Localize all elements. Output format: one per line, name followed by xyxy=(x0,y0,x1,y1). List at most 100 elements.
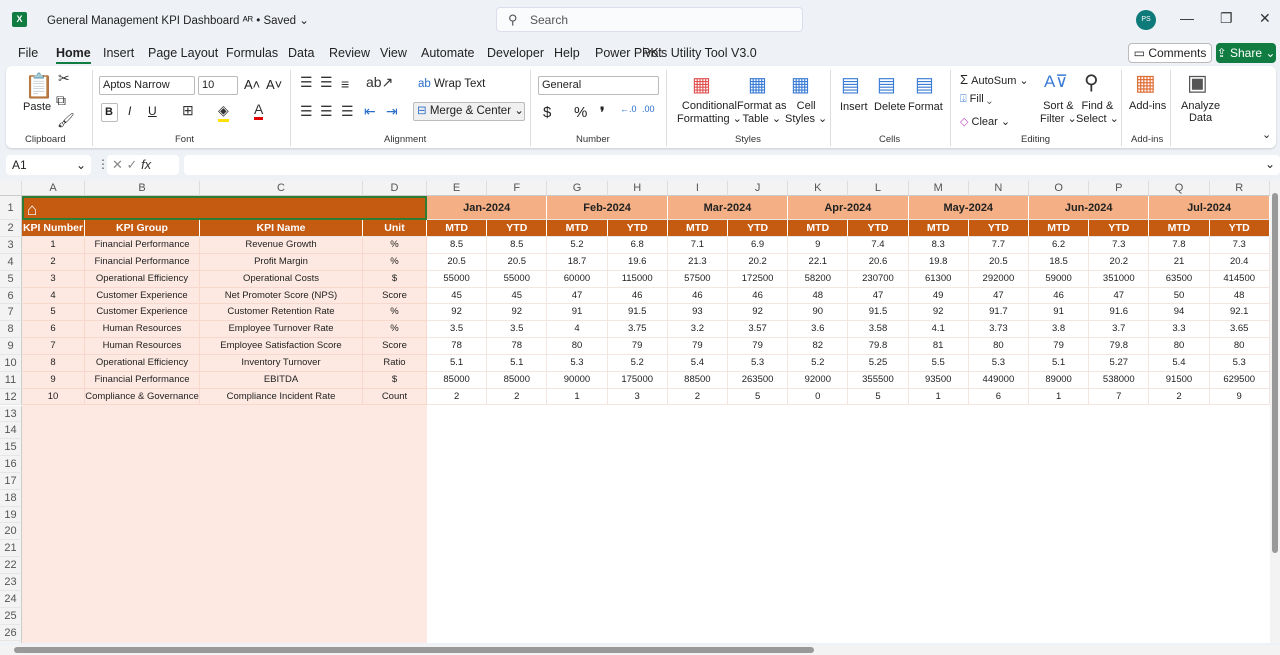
row-header-27[interactable]: 27 xyxy=(0,641,22,643)
table-cell[interactable]: 61300 xyxy=(908,270,969,288)
table-cell[interactable]: 82 xyxy=(788,338,849,355)
row-header-6[interactable]: 6 xyxy=(0,287,22,305)
table-cell[interactable]: 355500 xyxy=(848,371,909,389)
fill-color-icon[interactable]: ◈ xyxy=(218,102,229,122)
find-select-button[interactable]: Find & Select ⌄ xyxy=(1076,100,1119,125)
table-cell[interactable]: 6 xyxy=(968,388,1029,406)
table-cell[interactable]: 3 xyxy=(22,270,85,288)
table-cell[interactable]: 1 xyxy=(22,237,85,254)
align-center-icon[interactable]: ☰ xyxy=(320,103,333,120)
table-cell[interactable]: 2 xyxy=(22,253,85,271)
row-header-12[interactable]: 12 xyxy=(0,388,22,406)
column-header-O[interactable]: O xyxy=(1029,181,1090,196)
table-cell[interactable]: 3.58 xyxy=(848,321,909,339)
table-cell[interactable]: 115000 xyxy=(607,270,668,288)
row-header-8[interactable]: 8 xyxy=(0,321,22,339)
table-cell[interactable]: 80 xyxy=(1149,338,1210,355)
row-header-13[interactable]: 13 xyxy=(0,405,22,423)
row-header-26[interactable]: 26 xyxy=(0,624,22,642)
formula-input[interactable]: ⌄ xyxy=(184,155,1280,175)
table-cell[interactable]: Count xyxy=(363,388,427,406)
table-cell[interactable]: 292000 xyxy=(968,270,1029,288)
row-header-21[interactable]: 21 xyxy=(0,540,22,558)
table-cell[interactable]: 9 xyxy=(788,237,849,254)
align-middle-icon[interactable]: ☰ xyxy=(320,74,333,91)
align-left-icon[interactable]: ☰ xyxy=(300,103,313,120)
scroll-thumb[interactable] xyxy=(14,647,814,653)
table-cell[interactable]: Customer Experience xyxy=(85,304,200,322)
table-cell[interactable]: 9 xyxy=(1209,388,1270,406)
table-cell[interactable]: 4 xyxy=(22,287,85,305)
bold-button[interactable]: B xyxy=(101,103,118,122)
row-header-20[interactable]: 20 xyxy=(0,523,22,541)
tab-automate[interactable]: Automate xyxy=(421,46,475,60)
table-cell[interactable]: 4.1 xyxy=(908,321,969,339)
table-cell[interactable]: 1 xyxy=(547,388,608,406)
borders-icon[interactable]: ⊞ xyxy=(182,102,194,119)
table-cell[interactable]: 5.1 xyxy=(427,354,488,372)
row-header-16[interactable]: 16 xyxy=(0,456,22,473)
table-cell[interactable]: 7.3 xyxy=(1089,237,1150,254)
close-icon[interactable]: ✕ xyxy=(1259,10,1271,27)
table-cell[interactable]: 80 xyxy=(968,338,1029,355)
table-cell[interactable]: 5.27 xyxy=(1089,354,1150,372)
table-cell[interactable]: Customer Retention Rate xyxy=(200,304,363,322)
table-cell[interactable]: 3.3 xyxy=(1149,321,1210,339)
collapse-ribbon-icon[interactable]: ⌄ xyxy=(1262,128,1271,141)
table-cell[interactable]: 3.57 xyxy=(728,321,789,339)
table-cell[interactable]: 92 xyxy=(908,304,969,322)
document-title[interactable]: General Management KPI Dashboard ᴬᴿ • Sa… xyxy=(47,13,309,27)
currency-button[interactable]: $ xyxy=(543,104,551,121)
table-cell[interactable]: 7.1 xyxy=(667,237,728,254)
table-cell[interactable]: Employee Satisfaction Score xyxy=(200,338,363,355)
table-cell[interactable]: 263500 xyxy=(728,371,789,389)
table-cell[interactable]: Inventory Turnover xyxy=(200,354,363,372)
table-cell[interactable]: 2 xyxy=(667,388,728,406)
tab-insert[interactable]: Insert xyxy=(103,46,134,60)
format-painter-icon[interactable]: 🖌 xyxy=(57,112,75,129)
select-all-corner[interactable] xyxy=(0,181,22,196)
table-cell[interactable]: 91 xyxy=(1029,304,1090,322)
name-box[interactable]: A1 ⌄ xyxy=(6,155,91,175)
table-cell[interactable]: 47 xyxy=(968,287,1029,305)
column-header-Q[interactable]: Q xyxy=(1149,181,1210,196)
table-cell[interactable]: 2 xyxy=(1149,388,1210,406)
table-cell[interactable]: 5.25 xyxy=(848,354,909,372)
underline-button[interactable]: U xyxy=(148,104,157,118)
table-cell[interactable]: 91 xyxy=(547,304,608,322)
enter-icon[interactable]: ✓ xyxy=(127,157,138,172)
table-cell[interactable]: 7.8 xyxy=(1149,237,1210,254)
fill-button[interactable]: ⍗ Fill ⌄ xyxy=(960,93,992,106)
row-header-9[interactable]: 9 xyxy=(0,338,22,355)
table-cell[interactable]: 7.3 xyxy=(1209,237,1270,254)
tab-pk-s-utility-tool-v3-0[interactable]: PK's Utility Tool V3.0 xyxy=(642,46,757,60)
table-cell[interactable]: 6.8 xyxy=(607,237,668,254)
table-cell[interactable]: $ xyxy=(363,371,427,389)
table-cell[interactable]: 18.7 xyxy=(547,253,608,271)
table-cell[interactable]: 46 xyxy=(667,287,728,305)
add-ins-button[interactable]: Add-ins xyxy=(1129,100,1166,112)
autosum-button[interactable]: Σ AutoSum ⌄ xyxy=(960,72,1029,87)
table-cell[interactable]: 79.8 xyxy=(848,338,909,355)
analyze-data-button[interactable]: Analyze Data xyxy=(1181,100,1220,124)
cell-styles-button[interactable]: Cell Styles ⌄ xyxy=(785,100,827,125)
table-cell[interactable]: 63500 xyxy=(1149,270,1210,288)
format-as-table-button[interactable]: Format as Table ⌄ xyxy=(737,100,787,125)
table-cell[interactable]: 351000 xyxy=(1089,270,1150,288)
table-cell[interactable]: 79.8 xyxy=(1089,338,1150,355)
table-cell[interactable]: Financial Performance xyxy=(85,253,200,271)
table-cell[interactable]: % xyxy=(363,321,427,339)
table-cell[interactable]: 55000 xyxy=(427,270,488,288)
table-cell[interactable]: 92000 xyxy=(788,371,849,389)
table-cell[interactable]: 5.2 xyxy=(607,354,668,372)
cut-icon[interactable]: ✂ xyxy=(58,70,70,87)
table-cell[interactable]: Operational Efficiency xyxy=(85,270,200,288)
table-cell[interactable]: 45 xyxy=(487,287,548,305)
font-size-select[interactable]: 10 xyxy=(198,76,238,95)
table-cell[interactable]: Profit Margin xyxy=(200,253,363,271)
table-cell[interactable]: 88500 xyxy=(667,371,728,389)
table-cell[interactable]: Financial Performance xyxy=(85,371,200,389)
column-header-P[interactable]: P xyxy=(1089,181,1150,196)
table-cell[interactable]: 46 xyxy=(1029,287,1090,305)
row-header-7[interactable]: 7 xyxy=(0,304,22,322)
